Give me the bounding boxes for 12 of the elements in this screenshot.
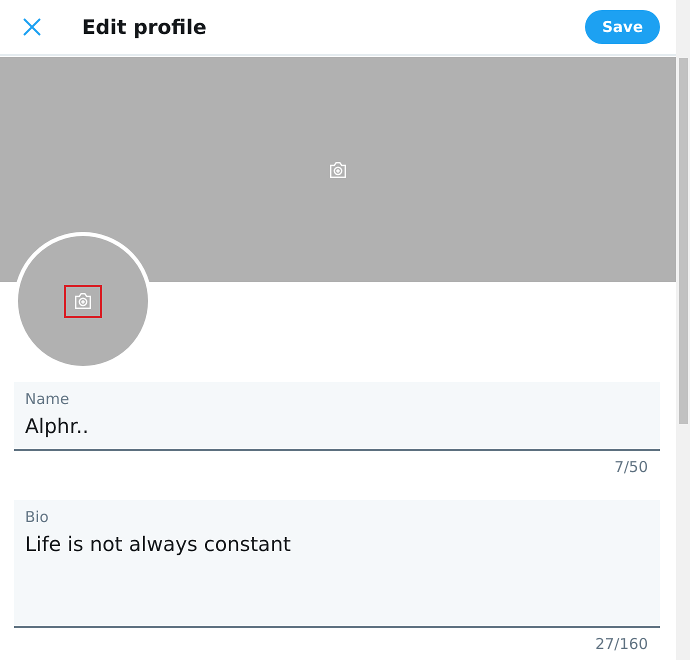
field-label: Bio — [25, 508, 50, 526]
character-counter: 7/50 — [614, 458, 648, 476]
field-value: Alphr.. — [25, 414, 90, 438]
field-value: Life is not always constant — [25, 532, 292, 556]
input-field[interactable]: Name Alphr.. — [14, 382, 660, 451]
text-area[interactable]: Bio Life is not always constant — [14, 500, 660, 628]
scrollbar[interactable] — [676, 0, 690, 660]
character-counter: 27/160 — [595, 635, 648, 653]
field-label: Name — [25, 390, 70, 408]
add-photo-icon[interactable] — [72, 290, 94, 312]
close-icon — [22, 17, 42, 37]
dialog-title: Edit profile — [82, 15, 208, 39]
